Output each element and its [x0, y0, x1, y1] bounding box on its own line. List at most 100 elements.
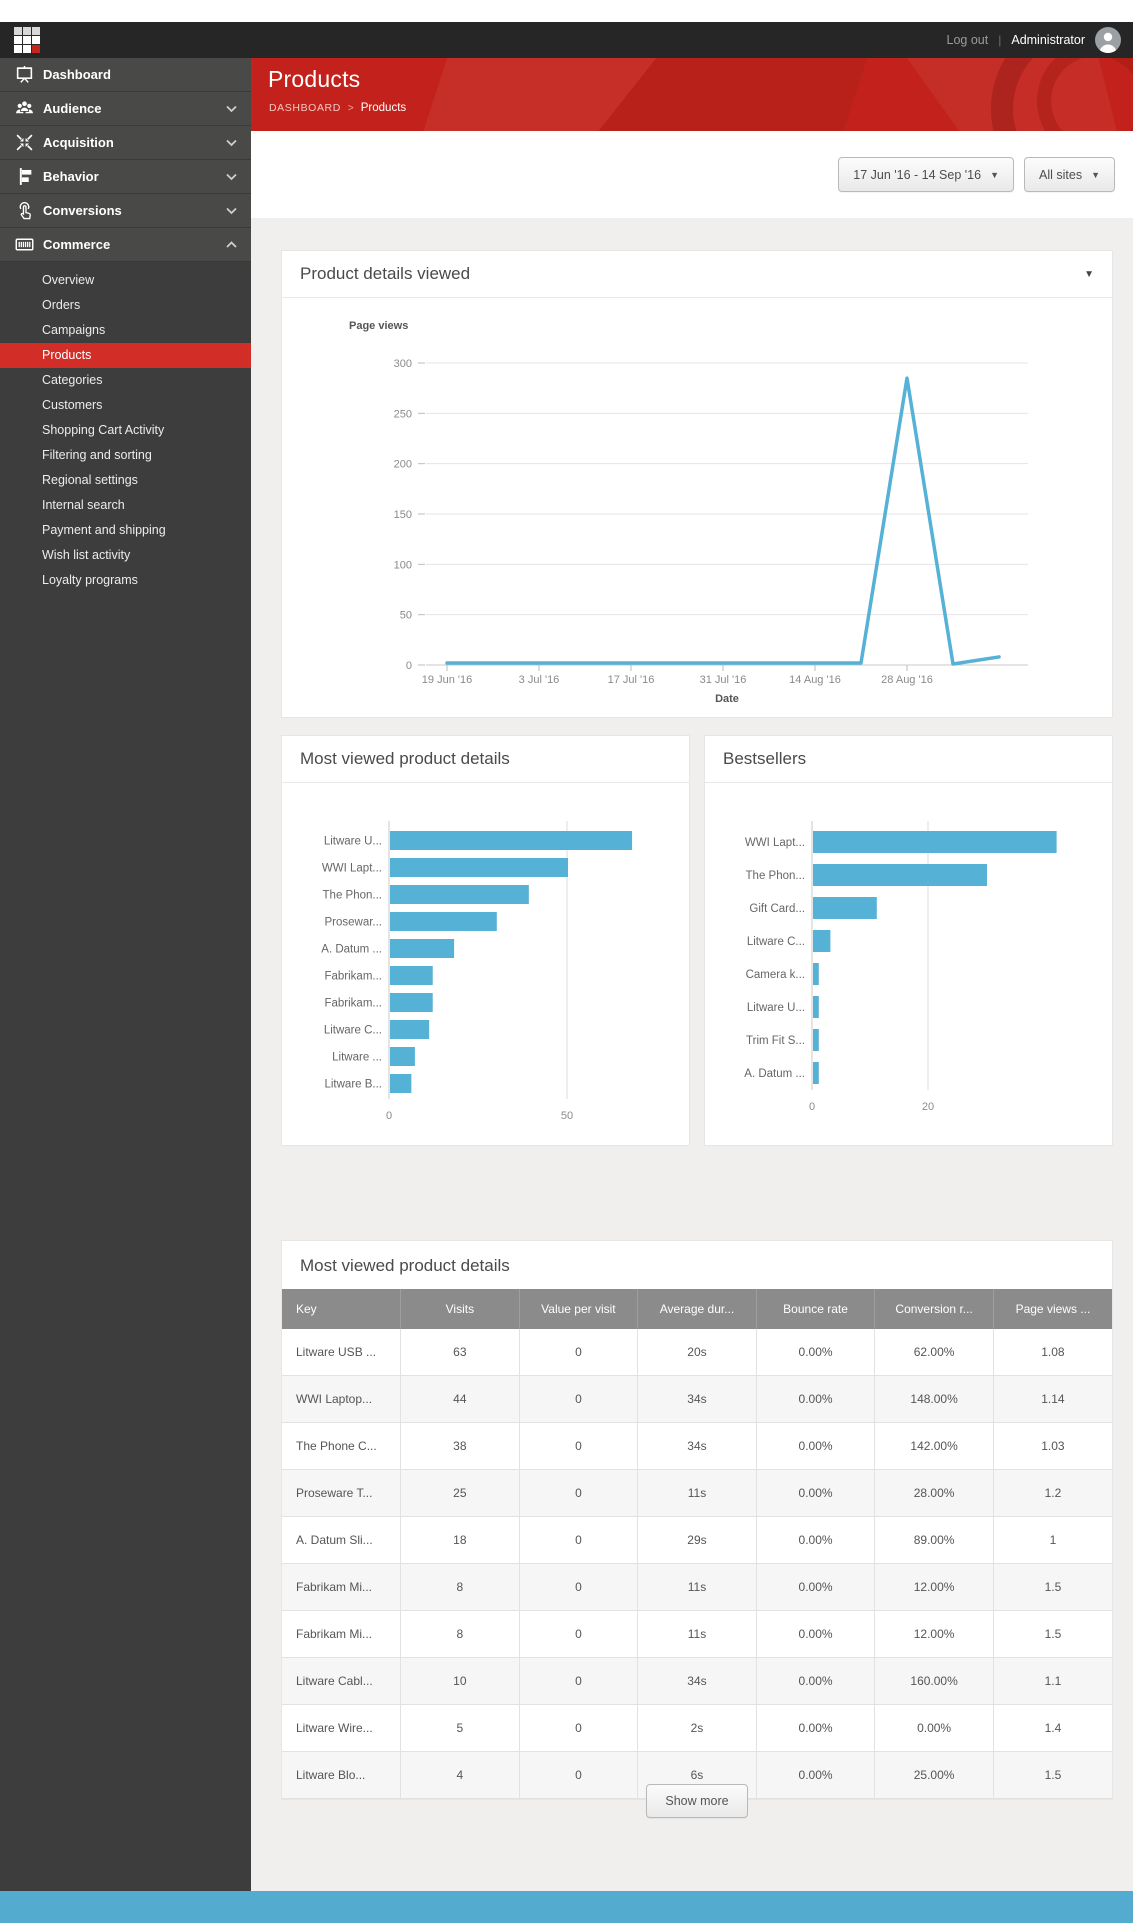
table-cell: 0.00% — [756, 1470, 875, 1517]
table-cell: 0.00% — [756, 1329, 875, 1376]
svg-text:Litware C...: Litware C... — [747, 936, 805, 948]
table-header-page-views[interactable]: Page views ... — [993, 1289, 1112, 1329]
sidebar-subitem-wish-list-activity[interactable]: Wish list activity — [0, 543, 251, 568]
sidebar-subitem-internal-search[interactable]: Internal search — [0, 493, 251, 518]
breadcrumb-dashboard-link[interactable]: DASHBOARD — [269, 102, 341, 114]
chevron-down-icon: ▼ — [1091, 170, 1100, 180]
table-row: Litware Wire...502s0.00%0.00%1.4 — [282, 1705, 1112, 1752]
table-cell: 28.00% — [875, 1470, 994, 1517]
table-header-average-dur[interactable]: Average dur... — [638, 1289, 757, 1329]
table-header-bounce-rate[interactable]: Bounce rate — [756, 1289, 875, 1329]
table-cell: 148.00% — [875, 1376, 994, 1423]
table-cell: 0.00% — [756, 1705, 875, 1752]
table-header-visits[interactable]: Visits — [401, 1289, 520, 1329]
table-cell: 25 — [401, 1470, 520, 1517]
table-cell: 8 — [401, 1611, 520, 1658]
table-cell: Fabrikam Mi... — [282, 1611, 401, 1658]
collapse-chevron-icon[interactable]: ▼ — [1084, 269, 1094, 280]
sidebar-subitem-regional-settings[interactable]: Regional settings — [0, 468, 251, 493]
table-row: Litware USB ...63020s0.00%62.00%1.08 — [282, 1329, 1112, 1376]
table-row: A. Datum Sli...18029s0.00%89.00%1 — [282, 1517, 1112, 1564]
table-title: Most viewed product details — [282, 1241, 1112, 1289]
table-cell: 89.00% — [875, 1517, 994, 1564]
table-cell: 34s — [638, 1376, 757, 1423]
sidebar-subitem-customers[interactable]: Customers — [0, 393, 251, 418]
table-cell: 34s — [638, 1423, 757, 1470]
svg-text:50: 50 — [400, 610, 412, 622]
table-header-value-per-visit[interactable]: Value per visit — [519, 1289, 638, 1329]
svg-text:300: 300 — [394, 358, 412, 370]
sidebar-subitem-payment-and-shipping[interactable]: Payment and shipping — [0, 518, 251, 543]
sidebar-subitem-products[interactable]: Products — [0, 343, 251, 368]
table-header-conversion-r[interactable]: Conversion r... — [875, 1289, 994, 1329]
table-cell: 38 — [401, 1423, 520, 1470]
table-cell: 1.14 — [993, 1376, 1112, 1423]
user-avatar[interactable] — [1095, 27, 1121, 53]
sidebar-subitem-filtering-and-sorting[interactable]: Filtering and sorting — [0, 443, 251, 468]
svg-text:250: 250 — [394, 408, 412, 420]
sidebar-subitem-shopping-cart-activity[interactable]: Shopping Cart Activity — [0, 418, 251, 443]
table-cell: 12.00% — [875, 1564, 994, 1611]
header-ring-decoration — [1037, 58, 1133, 131]
svg-text:28 Aug '16: 28 Aug '16 — [881, 674, 933, 686]
svg-text:31 Jul '16: 31 Jul '16 — [700, 674, 747, 686]
site-dropdown[interactable]: All sites ▼ — [1024, 157, 1115, 192]
table-row: Litware Cabl...10034s0.00%160.00%1.1 — [282, 1658, 1112, 1705]
svg-text:A. Datum ...: A. Datum ... — [744, 1068, 805, 1080]
svg-text:The Phon...: The Phon... — [746, 870, 805, 882]
table-cell: 63 — [401, 1329, 520, 1376]
table-cell: 0.00% — [756, 1658, 875, 1705]
bestsellers-panel: Bestsellers WWI Lapt...The Phon...Gift C… — [704, 735, 1113, 1146]
table-cell: Proseware T... — [282, 1470, 401, 1517]
table-cell: 0 — [519, 1423, 638, 1470]
table-cell: 11s — [638, 1611, 757, 1658]
sidebar-item-label: Commerce — [43, 237, 110, 252]
table-cell: 44 — [401, 1376, 520, 1423]
svg-text:Date: Date — [715, 693, 739, 705]
sidebar: DashboardAudienceAcquisitionBehavior Conv… — [0, 58, 251, 1891]
table-cell: 0.00% — [756, 1517, 875, 1564]
date-range-dropdown[interactable]: 17 Jun '16 - 14 Sep '16 ▼ — [838, 157, 1014, 192]
analytics-dashboard-screen: Log out | Administrator DashboardAudienc… — [0, 0, 1133, 1923]
app-logo-icon[interactable] — [14, 27, 40, 53]
sidebar-item-acquisition[interactable]: Acquisition — [0, 126, 251, 160]
product-details-viewed-panel: Product details viewed ▼ Page views05010… — [281, 250, 1113, 718]
table-row: WWI Laptop...44034s0.00%148.00%1.14 — [282, 1376, 1112, 1423]
svg-text:20: 20 — [922, 1101, 934, 1113]
svg-text:Fabrikam...: Fabrikam... — [324, 998, 382, 1010]
dashboard-icon — [14, 65, 34, 84]
table-row: Proseware T...25011s0.00%28.00%1.2 — [282, 1470, 1112, 1517]
sidebar-subitem-orders[interactable]: Orders — [0, 293, 251, 318]
table-cell: 0.00% — [756, 1564, 875, 1611]
svg-text:The Phon...: The Phon... — [323, 890, 382, 902]
commerce-submenu: OverviewOrdersCampaignsProductsCategorie… — [0, 262, 251, 597]
table-cell: 0.00% — [756, 1423, 875, 1470]
table-cell: 10 — [401, 1658, 520, 1705]
most-viewed-products-panel: Most viewed product details Litware U...… — [281, 735, 690, 1146]
svg-text:0: 0 — [386, 1110, 392, 1122]
table-header-key[interactable]: Key — [282, 1289, 401, 1329]
sidebar-item-label: Conversions — [43, 203, 122, 218]
svg-text:Fabrikam...: Fabrikam... — [324, 971, 382, 983]
table-cell: 0.00% — [756, 1611, 875, 1658]
sidebar-item-conversions[interactable]: Conversions — [0, 194, 251, 228]
show-more-button[interactable]: Show more — [646, 1784, 747, 1818]
table-cell: 2s — [638, 1705, 757, 1752]
table-cell: Fabrikam Mi... — [282, 1564, 401, 1611]
sidebar-subitem-campaigns[interactable]: Campaigns — [0, 318, 251, 343]
table-cell: Litware Wire... — [282, 1705, 401, 1752]
svg-text:14 Aug '16: 14 Aug '16 — [789, 674, 841, 686]
logout-link[interactable]: Log out — [947, 33, 989, 47]
sidebar-subitem-categories[interactable]: Categories — [0, 368, 251, 393]
svg-text:A. Datum ...: A. Datum ... — [321, 944, 382, 956]
table-cell: 34s — [638, 1658, 757, 1705]
sidebar-item-dashboard[interactable]: Dashboard — [0, 58, 251, 92]
sidebar-subitem-loyalty-programs[interactable]: Loyalty programs — [0, 568, 251, 593]
sidebar-subitem-overview[interactable]: Overview — [0, 268, 251, 293]
sidebar-item-commerce[interactable]: Commerce — [0, 228, 251, 262]
most-viewed-bar-chart: Litware U...WWI Lapt...The Phon...Prosew… — [282, 783, 689, 1146]
table-cell: 5 — [401, 1705, 520, 1752]
sidebar-item-behavior[interactable]: Behavior — [0, 160, 251, 194]
chevron-down-icon — [226, 139, 237, 147]
sidebar-item-audience[interactable]: Audience — [0, 92, 251, 126]
